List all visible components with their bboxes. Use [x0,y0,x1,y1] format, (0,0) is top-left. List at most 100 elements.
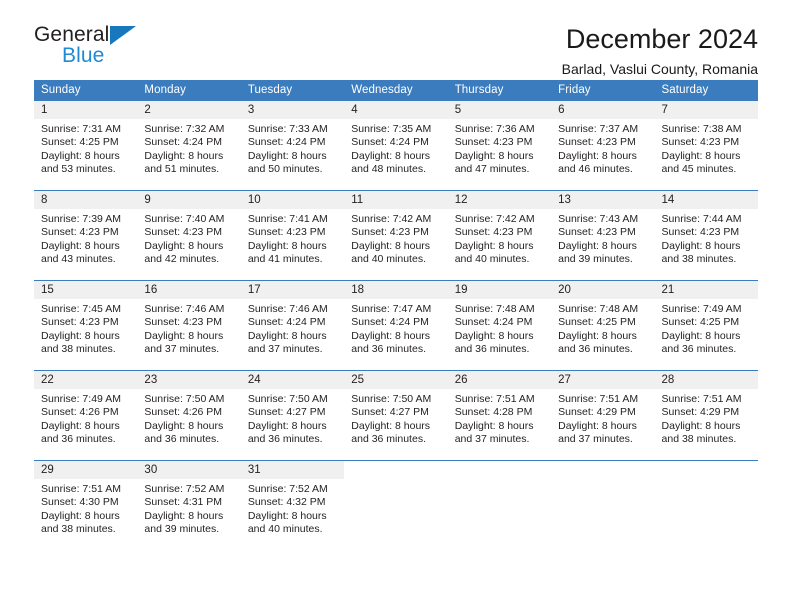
daylight-text-line2: and 36 minutes. [454,343,530,356]
sunset-text: Sunset: 4:23 PM [144,226,223,239]
day-info: Sunrise: 7:47 AM Sunset: 4:24 PM Daylight:… [344,299,447,357]
sunrise-text: Sunrise: 7:48 AM [558,303,639,315]
calendar-cell[interactable]: 27 Sunrise: 7:51 AM Sunset: 4:29 PM Dayligh… [551,370,655,461]
calendar-week-row: 15 Sunrise: 7:45 AM Sunset: 4:23 PM Dayligh… [34,280,758,371]
day-info: Sunrise: 7:32 AM Sunset: 4:24 PM Daylight:… [137,119,240,177]
day-cell: 16 Sunrise: 7:46 AM Sunset: 4:23 PM Dayligh… [137,281,241,370]
calendar-cell[interactable]: 29 Sunrise: 7:51 AM Sunset: 4:30 PM Dayligh… [34,460,138,550]
calendar-header-row: Sunday Monday Tuesday Wednesday Thursday… [34,80,758,101]
day-number [344,461,448,479]
sunset-text: Sunset: 4:24 PM [247,316,326,329]
calendar-cell[interactable]: 1 Sunrise: 7:31 AM Sunset: 4:25 PM Daylight… [34,101,138,191]
day-info: Sunrise: 7:38 AM Sunset: 4:23 PM Daylight:… [655,119,758,177]
calendar-cell[interactable]: 17 Sunrise: 7:46 AM Sunset: 4:24 PM Dayligh… [240,280,345,371]
daylight-text-line1: Daylight: 8 hours [454,329,534,342]
calendar-cell[interactable]: 30 Sunrise: 7:52 AM Sunset: 4:31 PM Dayligh… [137,460,241,550]
calendar-cell[interactable]: 26 Sunrise: 7:51 AM Sunset: 4:28 PM Dayligh… [447,370,552,461]
sunset-text: Sunset: 4:24 PM [144,136,223,149]
sunset-text: Sunset: 4:23 PM [454,136,533,149]
sunset-text: Sunset: 4:23 PM [144,316,223,329]
calendar-cell[interactable]: 12 Sunrise: 7:42 AM Sunset: 4:23 PM Dayligh… [447,190,552,281]
daylight-text-line2: and 36 minutes. [41,433,116,446]
calendar-cell[interactable]: 16 Sunrise: 7:46 AM Sunset: 4:23 PM Dayligh… [137,280,241,371]
calendar-cell[interactable]: 20 Sunrise: 7:48 AM Sunset: 4:25 PM Dayligh… [551,280,655,371]
calendar-cell[interactable]: 28 Sunrise: 7:51 AM Sunset: 4:29 PM Dayligh… [654,370,758,461]
calendar-cell[interactable]: 23 Sunrise: 7:50 AM Sunset: 4:26 PM Dayligh… [137,370,241,461]
calendar-cell[interactable]: 11 Sunrise: 7:42 AM Sunset: 4:23 PM Dayligh… [344,190,448,281]
day-cell: 31 Sunrise: 7:52 AM Sunset: 4:32 PM Dayligh… [240,461,345,550]
calendar-week-row: 8 Sunrise: 7:39 AM Sunset: 4:23 PM Daylight… [34,190,758,281]
daylight-text-line1: Daylight: 8 hours [351,239,431,252]
day-number: 1 [34,101,138,119]
calendar-cell[interactable]: 8 Sunrise: 7:39 AM Sunset: 4:23 PM Daylight… [34,190,138,281]
calendar-cell[interactable]: 21 Sunrise: 7:49 AM Sunset: 4:25 PM Dayligh… [654,280,758,371]
calendar-cell[interactable]: 5 Sunrise: 7:36 AM Sunset: 4:23 PM Daylight… [447,101,552,191]
sunset-text: Sunset: 4:31 PM [144,496,223,509]
page-header: General Blue December 2024 Barlad, Vaslu… [34,0,758,77]
sunset-text: Sunset: 4:25 PM [41,136,119,149]
day-info: Sunrise: 7:52 AM Sunset: 4:32 PM Daylight:… [241,479,344,537]
general-blue-logo[interactable]: General Blue [34,24,159,70]
day-number: 28 [654,371,758,389]
daylight-text-line1: Daylight: 8 hours [247,419,327,432]
sunrise-text: Sunrise: 7:44 AM [661,213,742,225]
day-cell: 4 Sunrise: 7:35 AM Sunset: 4:24 PM Daylight… [344,101,448,190]
daylight-text-line1: Daylight: 8 hours [661,149,741,162]
calendar-cell[interactable]: 18 Sunrise: 7:47 AM Sunset: 4:24 PM Dayligh… [344,280,448,371]
daylight-text-line2: and 37 minutes. [144,343,220,356]
day-number: 11 [344,191,448,209]
calendar-cell[interactable]: 15 Sunrise: 7:45 AM Sunset: 4:23 PM Dayligh… [34,280,138,371]
sunset-text: Sunset: 4:25 PM [661,316,740,329]
day-info: Sunrise: 7:31 AM Sunset: 4:25 PM Daylight:… [34,119,137,177]
sunset-text: Sunset: 4:24 PM [351,136,429,149]
daylight-text-line2: and 40 minutes. [247,523,323,536]
calendar-cell[interactable]: 22 Sunrise: 7:49 AM Sunset: 4:26 PM Dayligh… [34,370,138,461]
daylight-text-line2: and 38 minutes. [41,343,116,356]
day-cell: 18 Sunrise: 7:47 AM Sunset: 4:24 PM Dayligh… [344,281,448,370]
day-cell: 6 Sunrise: 7:37 AM Sunset: 4:23 PM Daylight… [551,101,655,190]
calendar-week-row: 29 Sunrise: 7:51 AM Sunset: 4:30 PM Dayligh… [34,460,758,550]
calendar-cell[interactable]: 2 Sunrise: 7:32 AM Sunset: 4:24 PM Daylight… [137,101,241,191]
daylight-text-line1: Daylight: 8 hours [661,329,741,342]
daylight-text-line2: and 48 minutes. [351,163,426,176]
day-cell: 27 Sunrise: 7:51 AM Sunset: 4:29 PM Dayligh… [551,371,655,460]
sunrise-text: Sunrise: 7:31 AM [41,123,121,135]
calendar-cell[interactable]: 31 Sunrise: 7:52 AM Sunset: 4:32 PM Dayligh… [240,460,345,550]
day-number: 26 [447,371,552,389]
calendar-cell[interactable]: 10 Sunrise: 7:41 AM Sunset: 4:23 PM Dayligh… [240,190,345,281]
daylight-text-line2: and 36 minutes. [247,433,323,446]
daylight-text-line1: Daylight: 8 hours [144,419,224,432]
day-cell: 9 Sunrise: 7:40 AM Sunset: 4:23 PM Daylight… [137,191,241,280]
logo-text-blue: Blue [62,44,105,67]
day-number: 30 [137,461,241,479]
daylight-text-line2: and 41 minutes. [247,253,323,266]
daylight-text-line2: and 36 minutes. [351,343,426,356]
day-number: 24 [240,371,345,389]
daylight-text-line2: and 46 minutes. [558,163,633,176]
calendar-cell[interactable]: 7 Sunrise: 7:38 AM Sunset: 4:23 PM Daylight… [654,101,758,191]
sunrise-text: Sunrise: 7:32 AM [144,123,225,135]
day-number: 15 [34,281,138,299]
calendar-cell[interactable]: 19 Sunrise: 7:48 AM Sunset: 4:24 PM Dayligh… [447,280,552,371]
daylight-text-line1: Daylight: 8 hours [454,149,534,162]
calendar-cell[interactable]: 6 Sunrise: 7:37 AM Sunset: 4:23 PM Daylight… [551,101,655,191]
calendar-cell[interactable]: 9 Sunrise: 7:40 AM Sunset: 4:23 PM Daylight… [137,190,241,281]
calendar-cell[interactable]: 25 Sunrise: 7:50 AM Sunset: 4:27 PM Dayligh… [344,370,448,461]
daylight-text-line2: and 40 minutes. [351,253,426,266]
calendar-cell[interactable]: 3 Sunrise: 7:33 AM Sunset: 4:24 PM Daylight… [240,101,345,191]
calendar-week-row: 1 Sunrise: 7:31 AM Sunset: 4:25 PM Daylight… [34,101,758,191]
daylight-text-line2: and 53 minutes. [41,163,116,176]
day-info: Sunrise: 7:42 AM Sunset: 4:23 PM Daylight:… [344,209,447,267]
day-number [654,461,758,479]
calendar-cell[interactable]: 4 Sunrise: 7:35 AM Sunset: 4:24 PM Daylight… [344,101,448,191]
calendar-cell[interactable]: 13 Sunrise: 7:43 AM Sunset: 4:23 PM Dayligh… [551,190,655,281]
day-cell-empty [654,461,758,550]
day-info: Sunrise: 7:46 AM Sunset: 4:24 PM Daylight:… [241,299,344,357]
title-block: December 2024 Barlad, Vaslui County, Rom… [562,24,758,78]
calendar-cell[interactable]: 24 Sunrise: 7:50 AM Sunset: 4:27 PM Dayligh… [240,370,345,461]
daylight-text-line1: Daylight: 8 hours [41,419,120,432]
daylight-text-line2: and 37 minutes. [247,343,323,356]
sunrise-text: Sunrise: 7:43 AM [558,213,639,225]
calendar-cell[interactable]: 14 Sunrise: 7:44 AM Sunset: 4:23 PM Dayligh… [654,190,758,281]
day-number: 10 [240,191,345,209]
